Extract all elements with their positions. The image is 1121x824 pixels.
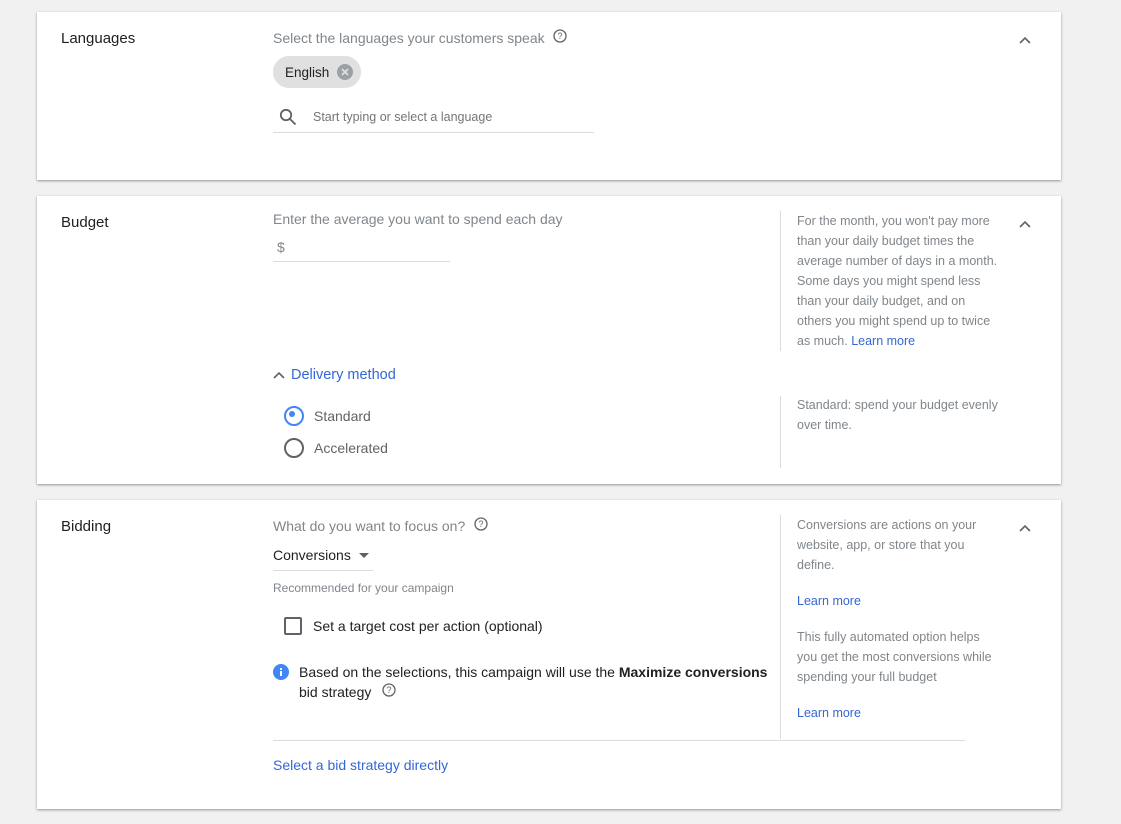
languages-title: Languages [61,30,136,47]
select-bid-strategy-link[interactable]: Select a bid strategy directly [273,757,448,773]
focus-dropdown[interactable]: Conversions [273,540,373,571]
svg-text:?: ? [479,519,484,529]
recommended-text: Recommended for your campaign [273,581,454,595]
bidding-prompt: What do you want to focus on? ? [273,517,488,534]
info-text-before: Based on the selections, this campaign w… [299,664,619,680]
budget-amount-input[interactable] [290,237,445,256]
collapse-languages-icon[interactable] [1017,32,1033,48]
bidding-title: Bidding [61,518,112,535]
budget-prompt: Enter the average you want to spend each… [273,211,563,227]
chip-remove-icon[interactable] [337,64,354,80]
bidding-card: Bidding What do you want to focus on? ? … [37,500,1061,809]
chevron-up-icon [273,371,285,379]
delivery-side-note: Standard: spend your budget evenly over … [797,398,998,432]
radio-standard[interactable]: Standard [284,406,371,426]
budget-card: Budget Enter the average you want to spe… [37,196,1061,484]
dropdown-arrow-icon [358,552,369,558]
svg-text:?: ? [387,685,392,695]
bidding-side-note-2: This fully automated option helps you ge… [797,630,992,684]
languages-prompt-text: Select the languages your customers spea… [273,29,545,46]
collapse-bidding-icon[interactable] [1017,520,1033,536]
bidding-learn-more-link-1[interactable]: Learn more [797,591,1002,611]
language-search-input[interactable] [311,109,575,125]
delivery-method-toggle[interactable]: Delivery method [273,367,396,383]
budget-amount-field[interactable]: $ [273,232,450,262]
target-cpa-checkbox[interactable]: Set a target cost per action (optional) [284,617,543,635]
help-icon[interactable]: ? [474,517,488,534]
radio-accelerated[interactable]: Accelerated [284,438,388,458]
languages-card: Languages Select the languages your cust… [37,12,1061,180]
bidding-side-note-1: Conversions are actions on your website,… [797,515,1002,575]
strategy-info-text: Based on the selections, this campaign w… [299,662,767,702]
bidding-side-text-1: Conversions are actions on your website,… [797,518,977,572]
strategy-info: Based on the selections, this campaign w… [273,662,773,702]
radio-standard-indicator[interactable] [284,406,304,426]
info-text-bold: Maximize conversions [618,664,768,680]
languages-prompt: Select the languages your customers spea… [273,29,567,46]
bidding-side-divider [780,515,781,739]
budget-title: Budget [61,214,109,231]
collapse-budget-icon[interactable] [1017,216,1033,232]
currency-symbol: $ [277,238,285,255]
budget-side-divider [780,211,781,351]
radio-standard-label: Standard [314,408,371,424]
help-icon[interactable]: ? [552,29,567,46]
language-chip-label: English [285,64,330,80]
budget-side-text: For the month, you won't pay more than y… [797,214,998,348]
bidding-bottom-divider [273,740,965,741]
focus-dropdown-value: Conversions [273,547,351,563]
budget-learn-more-link[interactable]: Learn more [851,334,915,348]
info-text-after: bid strategy [299,684,372,700]
budget-side-note: For the month, you won't pay more than y… [797,211,1002,351]
help-icon[interactable]: ? [382,682,396,702]
radio-accelerated-indicator[interactable] [284,438,304,458]
radio-accelerated-label: Accelerated [314,440,388,456]
delivery-side-divider [780,396,781,468]
bidding-learn-more-link-2[interactable]: Learn more [797,703,1002,723]
info-icon [273,664,289,702]
search-icon [279,108,297,126]
delivery-method-label: Delivery method [291,367,396,383]
bidding-prompt-text: What do you want to focus on? [273,517,466,534]
svg-text:?: ? [557,31,562,41]
target-cpa-checkbox-box[interactable] [284,617,302,635]
language-chip[interactable]: English [273,56,362,88]
language-search-field[interactable] [273,102,594,133]
target-cpa-label: Set a target cost per action (optional) [313,618,543,634]
